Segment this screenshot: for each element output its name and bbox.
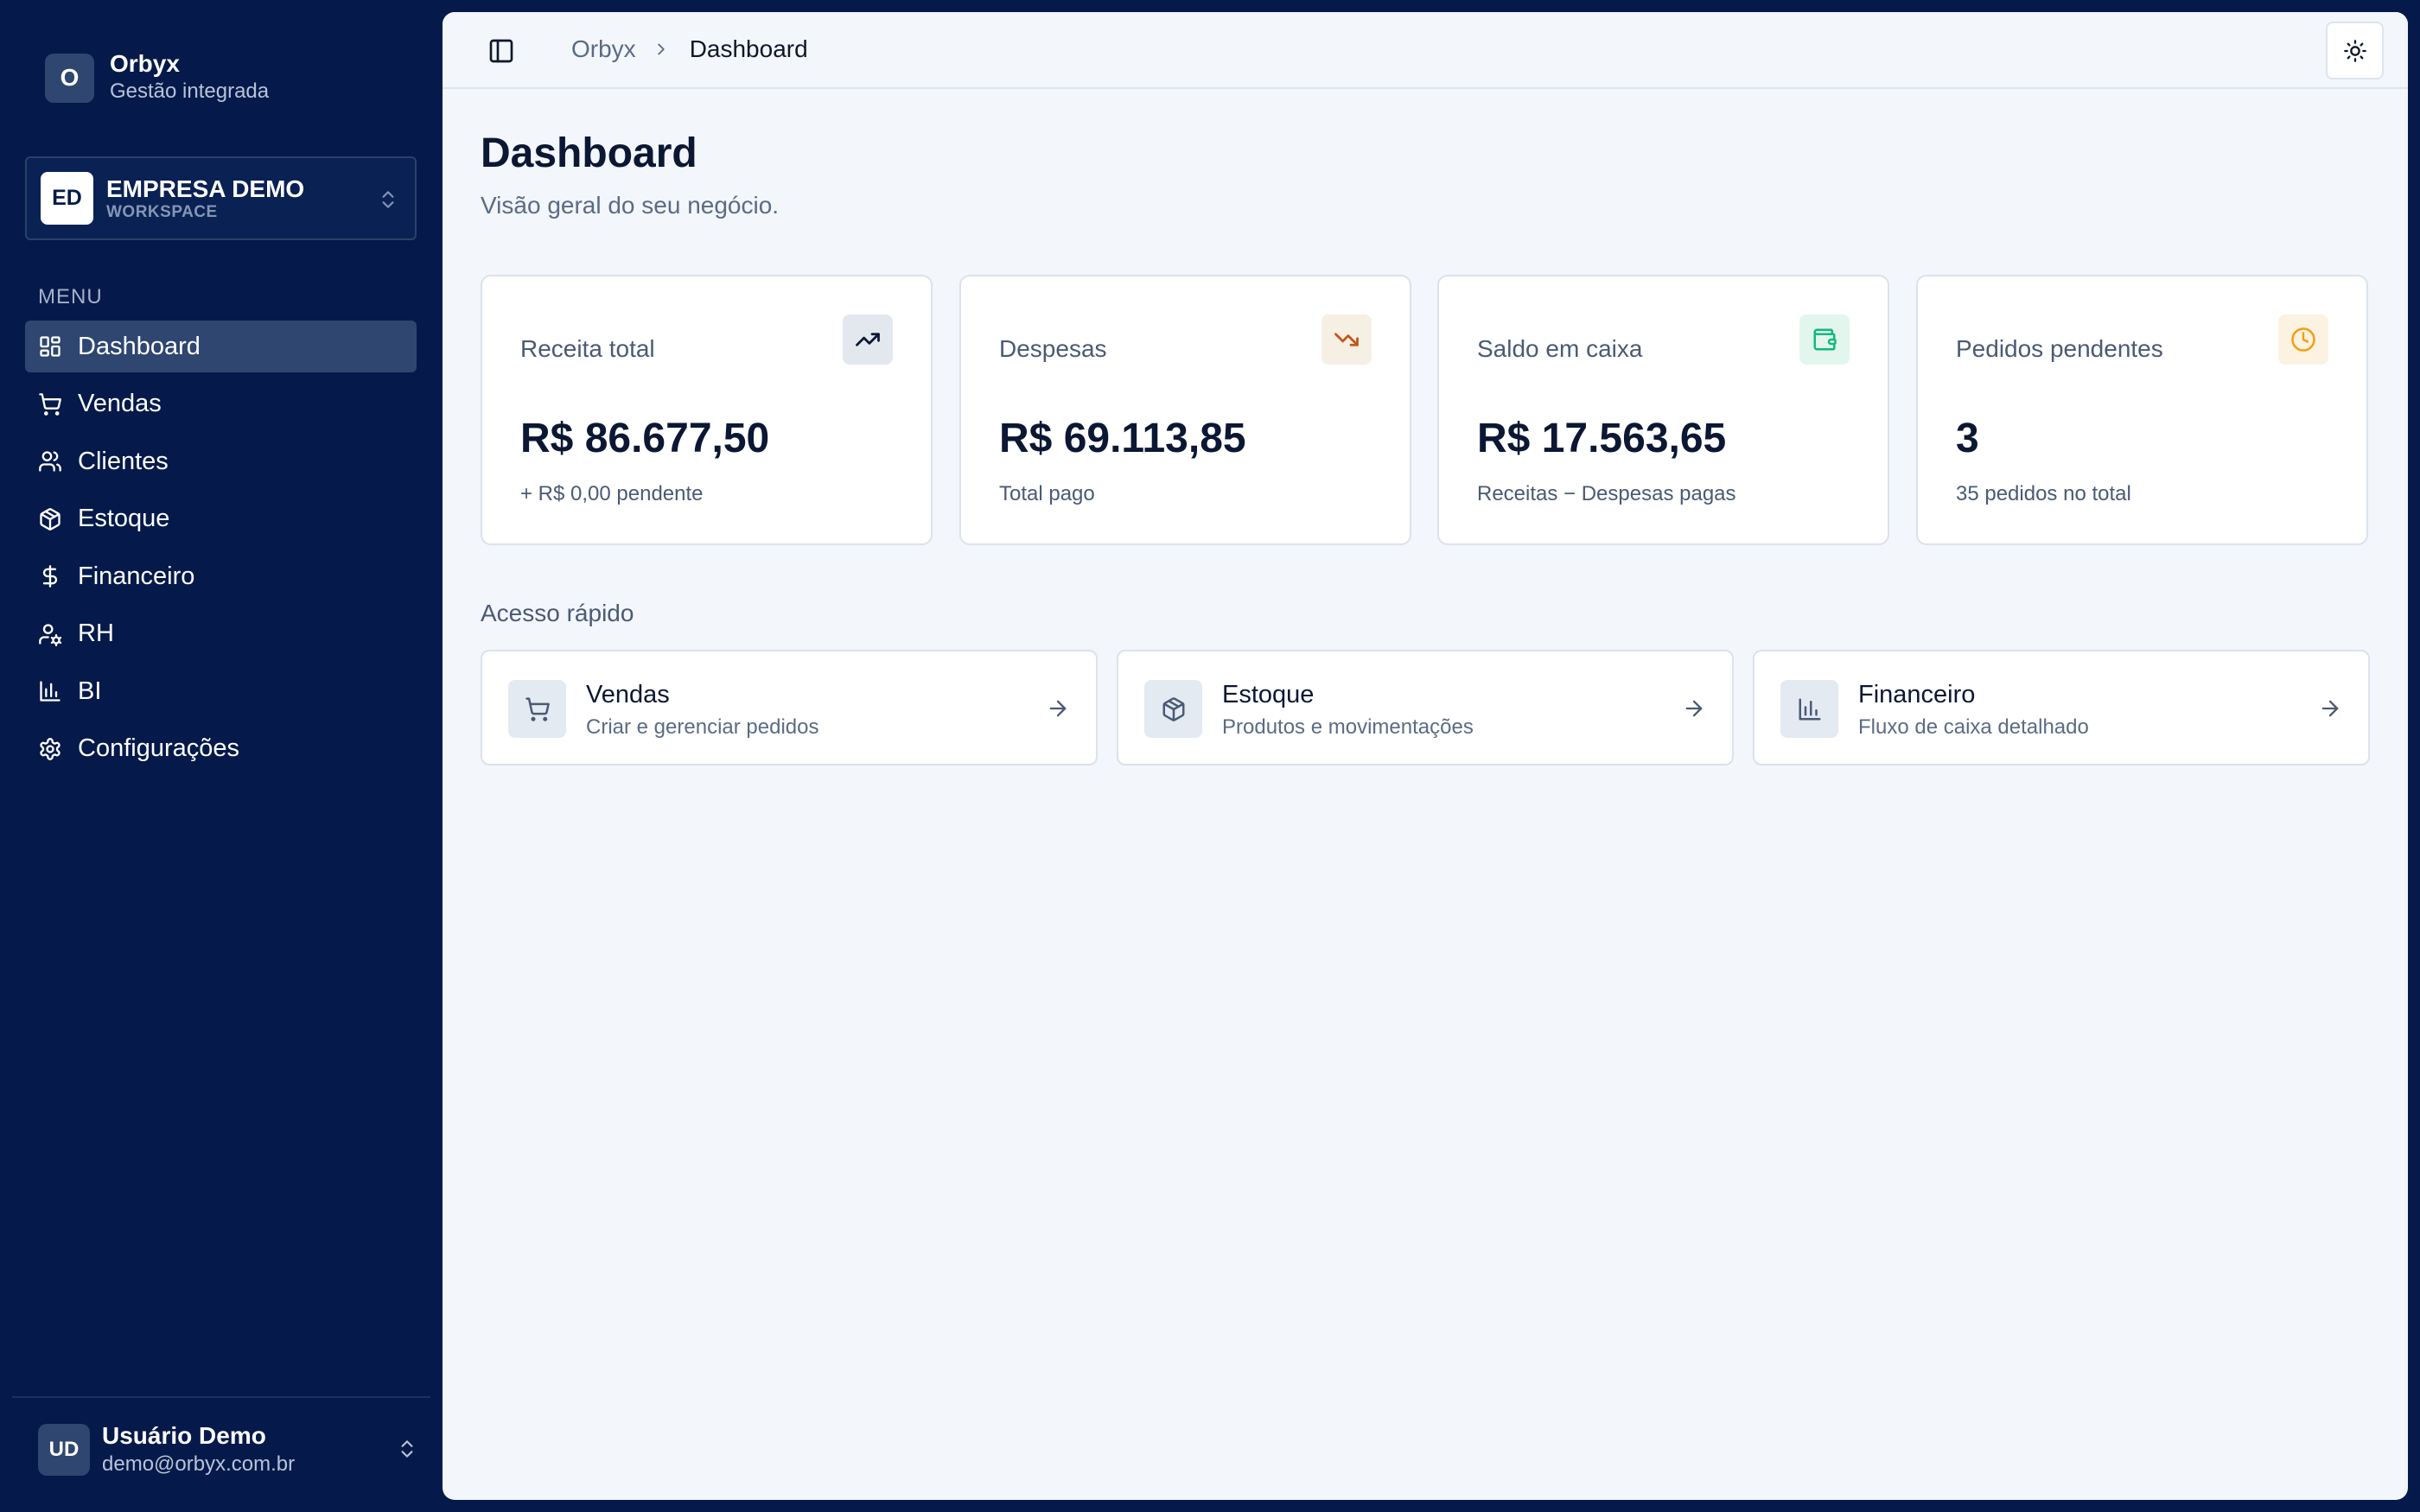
stat-note: Receitas − Despesas pagas bbox=[1477, 482, 1736, 505]
top-bar: Orbyx Dashboard bbox=[443, 12, 2408, 89]
stat-note: Total pago bbox=[999, 482, 1095, 505]
sidebar-item-vendas[interactable]: Vendas bbox=[25, 378, 417, 430]
arrow-right-icon bbox=[1685, 700, 1703, 717]
stat-value: R$ 86.677,50 bbox=[520, 416, 770, 461]
stat-icon-wrap bbox=[1799, 314, 1850, 365]
page-title: Dashboard bbox=[481, 130, 697, 176]
quick-link-financeiro[interactable]: Financeiro Fluxo de caixa detalhado bbox=[1753, 650, 2370, 766]
dollar-sign-icon bbox=[42, 565, 58, 588]
stat-note: 35 pedidos no total bbox=[1956, 482, 2131, 505]
sidebar-item-bi[interactable]: BI bbox=[25, 665, 417, 717]
package-icon bbox=[1162, 696, 1184, 721]
quick-link-vendas[interactable]: Vendas Criar e gerenciar pedidos bbox=[481, 650, 1098, 766]
stat-value: R$ 69.113,85 bbox=[999, 416, 1246, 461]
sidebar-item-label: BI bbox=[78, 677, 102, 705]
stats-grid: Receita total R$ 86.677,50 + R$ 0,00 pen… bbox=[481, 275, 2370, 545]
clock-icon bbox=[2291, 327, 2315, 352]
quick-link-title: Estoque bbox=[1222, 681, 1315, 708]
sidebar-item-label: RH bbox=[78, 619, 114, 647]
brand[interactable]: O Orbyx Gestão integrada bbox=[45, 50, 269, 105]
quick-link-title: Vendas bbox=[586, 681, 670, 708]
stat-card-saldo: Saldo em caixa R$ 17.563,65 Receitas − D… bbox=[1437, 275, 1889, 545]
sun-icon bbox=[2343, 39, 2366, 62]
breadcrumb-root[interactable]: Orbyx bbox=[571, 35, 636, 63]
trending-up-icon bbox=[856, 333, 880, 346]
quick-link-subtitle: Produtos e movimentações bbox=[1222, 715, 1474, 739]
sidebar-nav: Dashboard Vendas Clientes Estoque Financ… bbox=[25, 321, 417, 780]
bar-chart-icon bbox=[40, 681, 60, 702]
stat-card-despesas: Despesas R$ 69.113,85 Total pago bbox=[959, 275, 1411, 545]
quick-link-estoque[interactable]: Estoque Produtos e movimentações bbox=[1117, 650, 1734, 766]
stat-card-receita: Receita total R$ 86.677,50 + R$ 0,00 pen… bbox=[481, 275, 933, 545]
arrow-right-icon bbox=[1049, 700, 1067, 717]
brand-name: Orbyx bbox=[110, 50, 180, 77]
breadcrumb-current: Dashboard bbox=[689, 35, 808, 62]
chevrons-up-down-icon bbox=[382, 191, 394, 208]
quick-icon-wrap bbox=[1144, 680, 1202, 738]
sidebar-item-rh[interactable]: RH bbox=[25, 608, 417, 660]
stat-note: + R$ 0,00 pendente bbox=[520, 482, 704, 505]
chevron-right-icon bbox=[658, 43, 665, 55]
menu-label: MENU bbox=[38, 285, 103, 308]
sidebar-item-label: Estoque bbox=[78, 505, 170, 532]
stat-label: Despesas bbox=[999, 335, 1107, 362]
page-subtitle: Visão geral do seu negócio. bbox=[481, 192, 780, 219]
quick-access-title: Acesso rápido bbox=[481, 600, 634, 626]
sidebar-divider bbox=[12, 1396, 430, 1398]
workspace-switcher[interactable]: ED EMPRESA DEMO WORKSPACE bbox=[25, 156, 417, 240]
avatar: UD bbox=[38, 1424, 90, 1476]
stat-icon-wrap bbox=[2278, 314, 2328, 365]
brand-subtitle: Gestão integrada bbox=[110, 79, 270, 103]
theme-toggle-button[interactable] bbox=[2326, 22, 2384, 79]
stat-label: Receita total bbox=[520, 335, 655, 362]
stat-value: 3 bbox=[1956, 416, 1979, 461]
users-icon bbox=[39, 451, 61, 472]
arrow-right-icon bbox=[2321, 700, 2339, 717]
quick-link-subtitle: Fluxo de caixa detalhado bbox=[1858, 715, 2089, 739]
quick-icon-wrap bbox=[1780, 680, 1838, 738]
stat-icon-wrap bbox=[843, 314, 893, 365]
shopping-cart-icon bbox=[39, 392, 61, 416]
shopping-cart-icon bbox=[525, 696, 550, 721]
stat-label: Saldo em caixa bbox=[1477, 335, 1643, 362]
sidebar-item-configuracoes[interactable]: Configurações bbox=[25, 723, 417, 775]
wallet-icon bbox=[1813, 328, 1837, 351]
sidebar-item-dashboard[interactable]: Dashboard bbox=[25, 321, 417, 372]
stat-value: R$ 17.563,65 bbox=[1477, 416, 1727, 461]
stat-icon-wrap bbox=[1321, 314, 1372, 365]
sidebar-item-label: Vendas bbox=[78, 390, 162, 417]
settings-icon bbox=[40, 737, 60, 760]
workspace-badge: ED bbox=[41, 172, 93, 225]
user-menu[interactable]: UD Usuário Demo demo@orbyx.com.br bbox=[38, 1421, 418, 1478]
main-content: Orbyx Dashboard Dashboard Visão geral do… bbox=[443, 12, 2408, 1500]
user-cog-icon bbox=[39, 623, 62, 646]
sidebar-item-label: Configurações bbox=[78, 734, 239, 762]
sidebar: O Orbyx Gestão integrada ED EMPRESA DEMO… bbox=[0, 0, 443, 1512]
brand-logo: O bbox=[45, 53, 94, 103]
layout-dashboard-icon bbox=[40, 336, 60, 357]
quick-link-title: Financeiro bbox=[1858, 681, 1976, 708]
sidebar-item-estoque[interactable]: Estoque bbox=[25, 493, 417, 545]
package-icon bbox=[40, 507, 60, 530]
sidebar-item-label: Dashboard bbox=[78, 332, 201, 360]
stat-label: Pedidos pendentes bbox=[1956, 335, 2163, 362]
trending-down-icon bbox=[1334, 333, 1359, 346]
breadcrumb: Orbyx Dashboard bbox=[571, 35, 808, 63]
workspace-name: EMPRESA DEMO bbox=[106, 175, 305, 202]
workspace-type: WORKSPACE bbox=[106, 202, 218, 221]
sidebar-toggle-icon[interactable] bbox=[487, 37, 515, 65]
chevrons-up-down-icon bbox=[401, 1440, 413, 1458]
user-email: demo@orbyx.com.br bbox=[102, 1452, 296, 1476]
quick-icon-wrap bbox=[508, 680, 566, 738]
user-name: Usuário Demo bbox=[102, 1422, 266, 1449]
sidebar-item-clientes[interactable]: Clientes bbox=[25, 435, 417, 487]
quick-access: Vendas Criar e gerenciar pedidos Estoque… bbox=[481, 650, 2370, 766]
sidebar-item-label: Financeiro bbox=[78, 562, 195, 590]
sidebar-item-financeiro[interactable]: Financeiro bbox=[25, 550, 417, 602]
stat-card-pedidos: Pedidos pendentes 3 35 pedidos no total bbox=[1916, 275, 2368, 545]
bar-chart-icon bbox=[1799, 698, 1820, 720]
quick-link-subtitle: Criar e gerenciar pedidos bbox=[586, 715, 819, 739]
sidebar-item-label: Clientes bbox=[78, 447, 169, 475]
